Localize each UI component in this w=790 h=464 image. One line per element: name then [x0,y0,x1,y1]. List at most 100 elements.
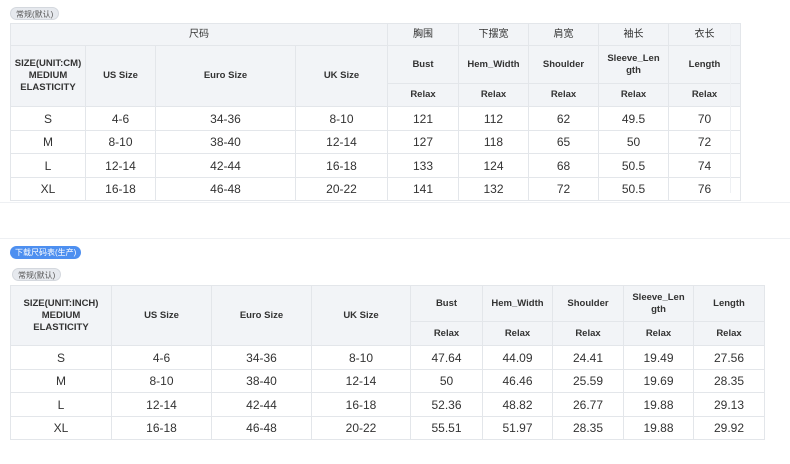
table-row: M 8-10 38-40 12-14 127 118 65 50 72 [10,130,741,154]
fit-relax: Relax [458,83,529,107]
cell: 42-44 [211,392,312,417]
header-uk-size: UK Size [295,45,388,107]
size-table-cm: 尺码 胸围 下摆宽 肩宽 袖长 衣长 SIZE(UNIT:CM) MEDIUM … [10,23,741,201]
header-shoulder: Shoulder [528,45,599,84]
cn-header-bust: 胸围 [387,23,459,46]
header-sleeve-length: Sleeve_Length [598,45,669,84]
cell: 50 [598,130,669,154]
cell: 127 [387,130,459,154]
panel-edge [730,23,731,193]
fit-relax: Relax [482,321,553,346]
cell: 34-36 [155,106,296,131]
cell: 133 [387,153,459,178]
fit-relax: Relax [552,321,624,346]
cell: S [10,106,86,131]
cell: 52.36 [410,392,483,417]
cell: 29.13 [693,392,765,417]
cell: 62 [528,106,599,131]
cell: 50 [410,369,483,393]
table-row: XL 16-18 46-48 20-22 55.51 51.97 28.35 19.88 29.… [10,416,765,440]
cell: 34-36 [211,345,312,370]
default-tag-top[interactable]: 常规(默认) [10,7,60,20]
download-size-chart-button[interactable]: 下载尺码表(生产) [10,246,82,259]
size-elastic-line: ELASTICITY [20,82,76,93]
fit-relax: Relax [410,321,483,346]
cn-header-shoulder: 肩宽 [528,23,599,46]
cell: 19.69 [623,369,694,393]
cell: M [10,130,86,154]
cell: 8-10 [111,369,212,393]
cell: 12-14 [85,153,156,178]
cell: 65 [528,130,599,154]
cell: 132 [458,177,529,201]
cell: 72 [528,177,599,201]
header-us-size: US Size [111,285,212,346]
size-unit-line: SIZE(UNIT:INCH) [23,297,99,309]
cell: 4-6 [85,106,156,131]
fit-relax: Relax [598,83,669,107]
cell: 118 [458,130,529,154]
header-uk-size: UK Size [311,285,411,346]
cell: 19.88 [623,416,694,440]
table-row: S 4-6 34-36 8-10 47.64 44.09 24.41 19.49 27.56 [10,345,765,370]
size-unit-label: SIZE(UNIT:CM) MEDIUM ELASTICITY [10,45,86,107]
cell: 20-22 [311,416,411,440]
cell: 47.64 [410,345,483,370]
table-row: XL 16-18 46-48 20-22 141 132 72 50.5 76 [10,177,741,201]
cell: 4-6 [111,345,212,370]
default-tag-bottom[interactable]: 常规(默认) [12,268,62,281]
cell: 26.77 [552,392,624,417]
cell: 8-10 [295,106,388,131]
cell: XL [10,416,112,440]
cell: 49.5 [598,106,669,131]
cell: S [10,345,112,370]
cn-header-sleeve: 袖长 [598,23,669,46]
cell: XL [10,177,86,201]
size-group-header: 尺码 [10,23,388,46]
cell: 24.41 [552,345,624,370]
table-row: M 8-10 38-40 12-14 50 46.46 25.59 19.69 28.35 [10,369,765,393]
cell: 12-14 [311,369,411,393]
cell: 50.5 [598,177,669,201]
table-row: L 12-14 42-44 16-18 133 124 68 50.5 74 [10,153,741,178]
cell: 42-44 [155,153,296,178]
panel-divider [0,202,790,203]
cn-header-hem: 下摆宽 [458,23,529,46]
fit-relax: Relax [693,321,765,346]
cell: 12-14 [295,130,388,154]
cell: 51.97 [482,416,553,440]
table-row: S 4-6 34-36 8-10 121 112 62 49.5 70 [10,106,741,131]
header-bust: Bust [410,285,483,322]
header-us-size: US Size [85,45,156,107]
cell: 121 [387,106,459,131]
cell: 50.5 [598,153,669,178]
fit-relax: Relax [387,83,459,107]
cell: 28.35 [552,416,624,440]
cell: 16-18 [311,392,411,417]
cell: 124 [458,153,529,178]
cell: 141 [387,177,459,201]
cell: L [10,392,112,417]
size-unit-label: SIZE(UNIT:INCH) MEDIUM ELASTICITY [10,285,112,346]
panel-divider [0,238,790,239]
fit-relax: Relax [623,321,694,346]
cell: 112 [458,106,529,131]
cell: 12-14 [111,392,212,417]
cell: 44.09 [482,345,553,370]
header-sleeve-length: Sleeve_Length [623,285,694,322]
header-hem-width: Hem_Width [458,45,529,84]
cell: 25.59 [552,369,624,393]
header-hem-width: Hem_Width [482,285,553,322]
cell: 68 [528,153,599,178]
cell: 46-48 [211,416,312,440]
size-table-inch: SIZE(UNIT:INCH) MEDIUM ELASTICITY US Siz… [10,285,765,440]
cell: 48.82 [482,392,553,417]
header-euro-size: Euro Size [155,45,296,107]
size-unit-line: SIZE(UNIT:CM) [14,58,82,69]
size-elastic-line: ELASTICITY [33,321,89,333]
cell: 20-22 [295,177,388,201]
cell: 38-40 [211,369,312,393]
cell: 29.92 [693,416,765,440]
cell: 27.56 [693,345,765,370]
header-euro-size: Euro Size [211,285,312,346]
